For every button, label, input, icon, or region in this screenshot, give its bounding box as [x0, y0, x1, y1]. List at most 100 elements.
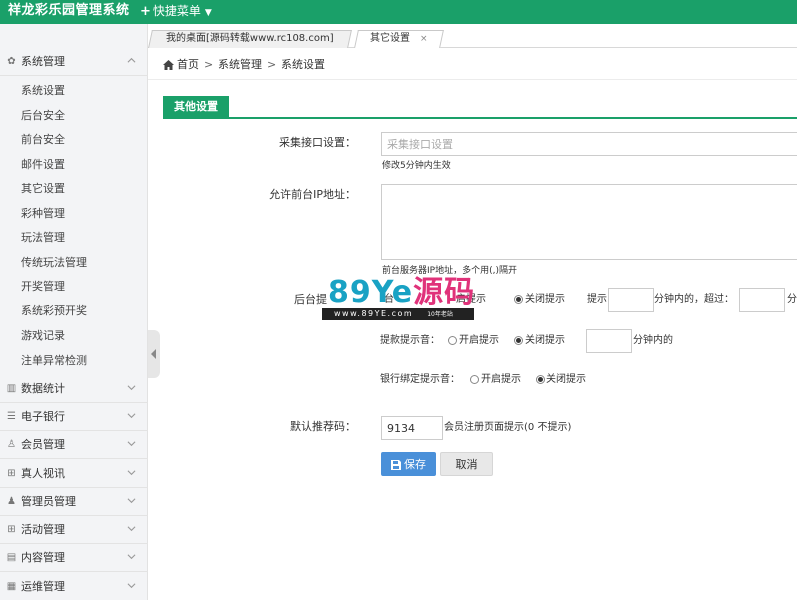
tab-my-desktop[interactable]: 我的桌面[源码转载www.rc108.com]	[148, 30, 352, 48]
chevron-up-icon	[127, 57, 136, 63]
chevron-down-icon	[127, 583, 136, 589]
allow-ip-label: 允许前台IP地址：	[269, 188, 356, 201]
chevron-down-icon: ▼	[204, 8, 212, 18]
section-title-tab[interactable]: 其他设置	[163, 96, 229, 118]
allow-ip-textarea[interactable]	[381, 184, 797, 260]
user-icon: ♙	[7, 439, 16, 450]
sidebar-item-pre-draw[interactable]: 系统彩预开奖	[21, 304, 87, 318]
sidebar-group-operations[interactable]: ▦ 运维管理	[0, 573, 148, 600]
section-divider	[163, 117, 797, 119]
reminder-prefix: 提示	[587, 294, 607, 305]
watermark-logo: 89Ye源码 www.89YE.com 10年老站	[322, 276, 482, 322]
bank-bind-on-radio[interactable]	[470, 375, 479, 384]
sidebar-group-label: 系统管理	[21, 55, 65, 68]
sidebar-group-admins[interactable]: ♟ 管理员管理	[0, 488, 148, 516]
sidebar-item-backend-security[interactable]: 后台安全	[21, 109, 65, 123]
quick-menu-label: 快捷菜单	[152, 4, 201, 18]
save-icon	[391, 460, 401, 470]
sidebar-item-lottery-types[interactable]: 彩种管理	[21, 207, 65, 221]
breadcrumb: 首页 > 系统管理 > 系统设置	[148, 48, 797, 80]
withdraw-minutes-text: 分钟内的	[633, 335, 673, 346]
backend-alert-off-label: 关闭提示	[525, 294, 565, 305]
collect-api-label: 采集接口设置：	[279, 136, 356, 149]
quick-menu-button[interactable]: + 快捷菜单 ▼	[140, 2, 212, 22]
chevron-down-icon	[127, 385, 136, 391]
bank-bind-on-label: 开启提示	[481, 374, 521, 385]
gear-icon: ✿	[7, 56, 16, 67]
sidebar-item-game-records[interactable]: 游戏记录	[21, 329, 65, 343]
sidebar-group-label: 运维管理	[21, 580, 65, 593]
watermark-cn: 源码	[413, 275, 476, 310]
breadcrumb-home[interactable]: 首页	[177, 58, 199, 72]
sidebar-group-label: 数据统计	[21, 382, 65, 395]
minutes-exceed-text: 分钟内的，超过：	[654, 294, 734, 305]
bank-bind-off-radio[interactable]	[536, 375, 545, 384]
backend-alert-off-radio[interactable]	[514, 295, 523, 304]
server-icon: ▦	[6, 581, 17, 592]
tab-label: 其它设置	[370, 33, 411, 44]
chevron-left-icon	[151, 349, 156, 359]
sidebar-item-traditional-play[interactable]: 传统玩法管理	[21, 256, 87, 270]
withdraw-minutes-input[interactable]	[586, 329, 632, 353]
ref-code-input[interactable]	[381, 416, 443, 440]
sidebar-group-system[interactable]: ✿ 系统管理	[0, 48, 148, 76]
grid-icon: ⊞	[7, 524, 16, 535]
sidebar-group-members[interactable]: ♙ 会员管理	[0, 431, 148, 459]
collect-api-input[interactable]	[381, 132, 797, 156]
sidebar-item-frontend-security[interactable]: 前台安全	[21, 133, 65, 147]
withdraw-on-radio[interactable]	[448, 336, 457, 345]
cancel-button[interactable]: 取消	[440, 452, 493, 476]
sidebar-collapse-handle[interactable]	[148, 330, 160, 378]
chevron-down-icon	[127, 470, 136, 476]
admin-user-icon: ♟	[7, 496, 16, 507]
list-icon: ☰	[7, 411, 16, 422]
chevron-down-icon	[127, 413, 136, 419]
ref-code-label: 默认推荐码：	[290, 420, 356, 433]
save-button[interactable]: 保存	[381, 452, 436, 476]
breadcrumb-system-settings: 系统设置	[281, 58, 325, 71]
withdraw-alert-label: 提款提示音：	[380, 335, 440, 346]
sidebar-item-other-settings[interactable]: 其它设置	[21, 182, 65, 196]
sidebar-item-draw-management[interactable]: 开奖管理	[21, 280, 65, 294]
watermark-sub: 10年老站	[427, 311, 453, 318]
breadcrumb-system-management[interactable]: 系统管理	[218, 58, 262, 72]
sidebar: ✿ 系统管理 系统设置 后台安全 前台安全 邮件设置 其它设置 彩种管理 玩法管…	[0, 24, 148, 600]
tab-other-settings[interactable]: 其它设置 ×	[354, 30, 444, 48]
watermark-brand: 89Ye源码	[328, 276, 475, 310]
minutes-trailing-text: 分	[787, 294, 797, 305]
sidebar-group-activities[interactable]: ⊞ 活动管理	[0, 516, 148, 544]
watermark-url: www.89YE.com	[334, 309, 414, 318]
sidebar-item-order-anomaly[interactable]: 注单异常检测	[21, 354, 87, 368]
sidebar-item-mail-settings[interactable]: 邮件设置	[21, 158, 65, 172]
ref-code-help: 会员注册页面提示(0 不提示)	[444, 422, 572, 433]
save-label: 保存	[404, 458, 426, 471]
document-icon: ▤	[6, 552, 17, 563]
withdraw-off-label: 关闭提示	[525, 335, 565, 346]
sidebar-group-label: 管理员管理	[21, 495, 76, 508]
breadcrumb-separator: >	[267, 58, 277, 71]
plus-icon: +	[140, 4, 151, 19]
sidebar-item-play-management[interactable]: 玩法管理	[21, 231, 65, 245]
bank-bind-alert-label: 银行绑定提示音：	[380, 374, 460, 385]
sidebar-group-statistics[interactable]: ▥ 数据统计	[0, 375, 148, 403]
watermark-latin: Ye	[371, 275, 414, 310]
sidebar-group-label: 活动管理	[21, 523, 65, 536]
watermark-number: 89	[328, 275, 372, 310]
top-bar: 祥龙彩乐园管理系统 + 快捷菜单 ▼	[0, 0, 797, 24]
sidebar-group-label: 真人视讯	[21, 467, 65, 480]
sidebar-group-content[interactable]: ▤ 内容管理	[0, 544, 148, 572]
tab-bar: 我的桌面[源码转载www.rc108.com] 其它设置 ×	[148, 24, 797, 48]
backend-alert-minutes-input[interactable]	[608, 288, 654, 312]
backend-alert-exceed-input[interactable]	[739, 288, 785, 312]
chevron-down-icon	[127, 498, 136, 504]
home-icon	[163, 60, 174, 70]
withdraw-off-radio[interactable]	[514, 336, 523, 345]
sidebar-group-e-bank[interactable]: ☰ 电子银行	[0, 403, 148, 431]
sidebar-group-label: 内容管理	[21, 551, 65, 564]
chevron-down-icon	[127, 554, 136, 560]
withdraw-on-label: 开启提示	[459, 335, 499, 346]
sidebar-group-live-video[interactable]: ⊞ 真人视讯	[0, 460, 148, 488]
watermark-url-bar: www.89YE.com 10年老站	[322, 308, 474, 320]
close-icon[interactable]: ×	[420, 34, 428, 44]
sidebar-item-system-settings[interactable]: 系统设置	[21, 84, 65, 98]
